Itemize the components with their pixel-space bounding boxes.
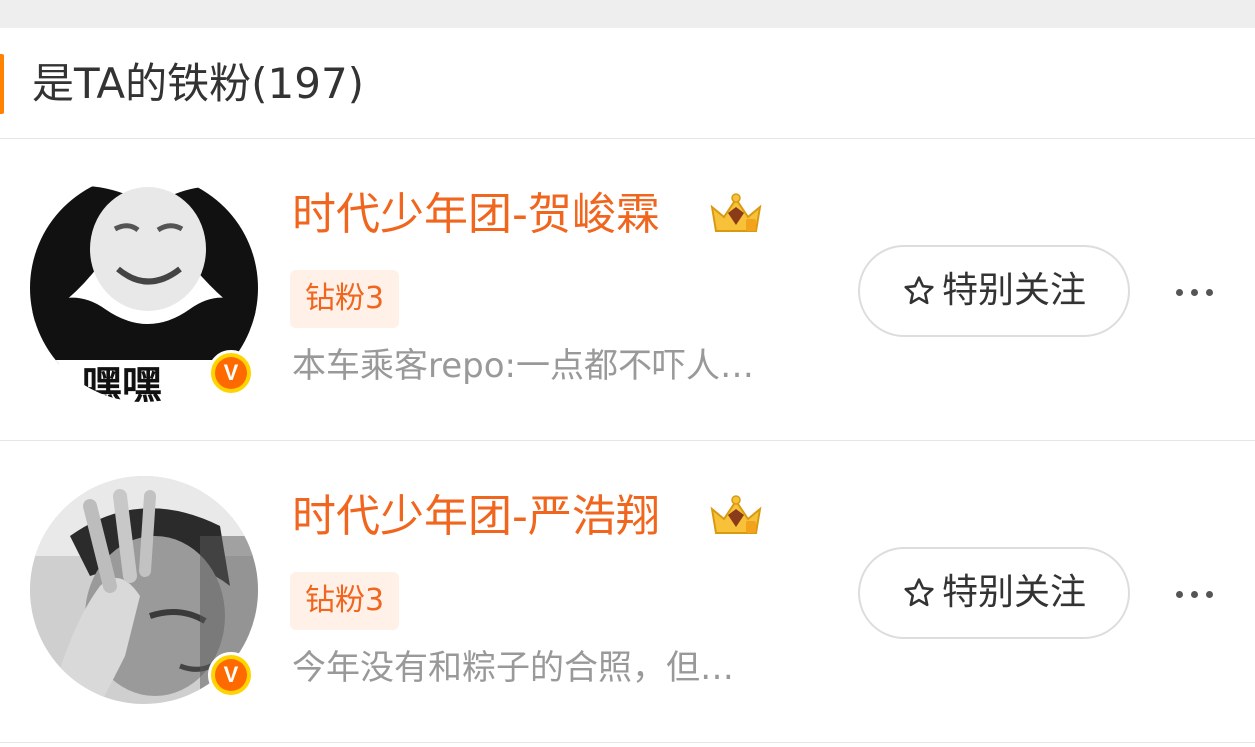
section-title: 是TA的铁粉(197) xyxy=(32,59,365,108)
special-follow-button[interactable]: 特别关注 xyxy=(858,547,1130,639)
user-name[interactable]: 时代少年团-严浩翔 xyxy=(292,489,660,545)
user-description: 今年没有和粽子的合照，但… xyxy=(292,648,734,688)
user-description: 本车乘客repo:一点都不吓人… xyxy=(292,346,754,386)
crown-icon xyxy=(710,495,762,534)
verified-badge: V xyxy=(208,652,254,698)
fan-level-tag: 钻粉3 xyxy=(290,572,400,630)
svg-text:嘿嘿: 嘿嘿 xyxy=(82,363,162,402)
more-icon[interactable] xyxy=(1166,272,1222,312)
crown-icon xyxy=(710,193,762,232)
verified-icon: V xyxy=(215,659,247,691)
special-follow-label: 特别关注 xyxy=(941,572,1086,613)
verified-icon: V xyxy=(215,357,247,389)
section-accent-bar xyxy=(0,54,4,114)
more-icon[interactable] xyxy=(1166,574,1222,614)
section-header: 是TA的铁粉(197) xyxy=(0,28,1255,139)
special-follow-button[interactable]: 特别关注 xyxy=(858,245,1130,337)
fan-list-item[interactable]: V 时代少年团-严浩翔 钻粉3 今年没有和粽子的合照，但… 特别关注 xyxy=(0,441,1255,743)
fan-list-item[interactable]: 嘿嘿 V 时代少年团-贺峻霖 钻粉3 本车乘客repo:一点都不吓人… 特别关注 xyxy=(0,139,1255,441)
avatar[interactable]: V xyxy=(30,476,258,704)
special-follow-label: 特别关注 xyxy=(941,270,1086,311)
user-name[interactable]: 时代少年团-贺峻霖 xyxy=(292,187,660,243)
avatar[interactable]: 嘿嘿 V xyxy=(30,174,258,402)
fan-level-tag: 钻粉3 xyxy=(290,270,400,328)
verified-badge: V xyxy=(208,350,254,396)
top-strip xyxy=(0,0,1255,28)
star-icon xyxy=(904,276,934,305)
star-icon xyxy=(904,578,934,607)
